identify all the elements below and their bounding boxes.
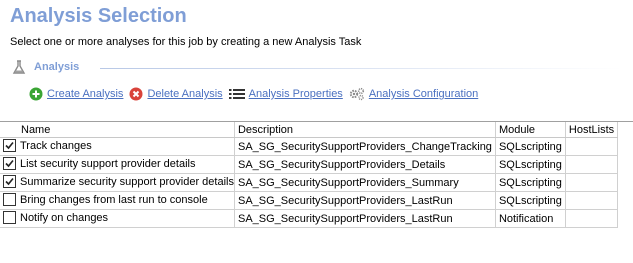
module-cell: SQLscripting: [495, 191, 566, 210]
module-cell: Notification: [495, 209, 566, 228]
row-checkbox[interactable]: [3, 139, 16, 152]
analysis-section-header: Analysis: [10, 59, 622, 77]
table-row[interactable]: Notify on changes SA_SG_SecuritySupportPr…: [0, 209, 619, 228]
description-cell: SA_SG_SecuritySupportProviders_ChangeTra…: [234, 137, 496, 156]
column-header-name[interactable]: Name: [0, 122, 235, 138]
plus-circle-icon: [29, 87, 43, 101]
table-row[interactable]: Summarize security support provider deta…: [0, 173, 619, 192]
column-header-description[interactable]: Description: [234, 122, 496, 138]
analysis-table: Name Description Module HostLists Track …: [0, 122, 619, 228]
analysis-toolbar: Create Analysis Delete Analysis Analysis…: [29, 86, 484, 102]
delete-circle-icon: [129, 87, 143, 101]
analysis-configuration-button[interactable]: Analysis Configuration: [349, 87, 478, 101]
row-checkbox[interactable]: [3, 211, 16, 224]
table-row[interactable]: Track changes SA_SG_SecuritySupportProvid…: [0, 137, 619, 156]
table-header-row: Name Description Module HostLists: [0, 122, 619, 138]
row-checkbox[interactable]: [3, 193, 16, 206]
hostlists-cell: [565, 137, 619, 156]
name-cell: List security support provider details: [0, 155, 235, 174]
create-analysis-label: Create Analysis: [47, 88, 124, 100]
name-cell: Bring changes from last run to console: [0, 191, 235, 210]
gears-icon: [349, 87, 365, 101]
analysis-name: Track changes: [20, 140, 92, 153]
module-cell: SQLscripting: [495, 137, 566, 156]
table-row[interactable]: List security support provider details SA…: [0, 155, 619, 174]
analysis-name: Bring changes from last run to console: [20, 194, 208, 207]
section-divider: [100, 68, 622, 69]
description-cell: SA_SG_SecuritySupportProviders_Summary: [234, 173, 496, 192]
flask-icon: [12, 60, 26, 80]
table-row[interactable]: Bring changes from last run to console SA…: [0, 191, 619, 210]
analysis-grid: Name Description Module HostLists Track …: [0, 121, 633, 263]
checkmark-icon: [5, 159, 14, 168]
analysis-name: Notify on changes: [20, 212, 109, 225]
analysis-properties-label: Analysis Properties: [248, 88, 343, 100]
analysis-properties-button[interactable]: Analysis Properties: [228, 87, 343, 101]
page-subtitle: Select one or more analyses for this job…: [10, 36, 362, 48]
description-cell: SA_SG_SecuritySupportProviders_LastRun: [234, 209, 496, 228]
column-header-hostlists[interactable]: HostLists: [565, 122, 619, 138]
checkmark-icon: [5, 177, 14, 186]
name-cell: Summarize security support provider deta…: [0, 173, 235, 192]
hostlists-cell: [565, 173, 619, 192]
description-cell: SA_SG_SecuritySupportProviders_LastRun: [234, 191, 496, 210]
analysis-name: List security support provider details: [20, 158, 196, 171]
checkmark-icon: [5, 141, 14, 150]
hostlists-cell: [565, 155, 619, 174]
module-cell: SQLscripting: [495, 155, 566, 174]
name-cell: Notify on changes: [0, 209, 235, 228]
delete-analysis-button[interactable]: Delete Analysis: [129, 87, 223, 101]
analysis-name: Summarize security support provider deta…: [20, 176, 234, 189]
module-cell: SQLscripting: [495, 173, 566, 192]
analysis-configuration-label: Analysis Configuration: [368, 88, 479, 100]
hostlists-cell: [565, 191, 619, 210]
list-icon: [228, 87, 245, 101]
section-label: Analysis: [34, 61, 80, 73]
page-title: Analysis Selection: [10, 5, 187, 27]
column-header-module[interactable]: Module: [495, 122, 566, 138]
hostlists-cell: [565, 209, 619, 228]
row-checkbox[interactable]: [3, 157, 16, 170]
create-analysis-button[interactable]: Create Analysis: [29, 87, 123, 101]
row-checkbox[interactable]: [3, 175, 16, 188]
name-cell: Track changes: [0, 137, 235, 156]
description-cell: SA_SG_SecuritySupportProviders_Details: [234, 155, 496, 174]
delete-analysis-label: Delete Analysis: [147, 88, 223, 100]
